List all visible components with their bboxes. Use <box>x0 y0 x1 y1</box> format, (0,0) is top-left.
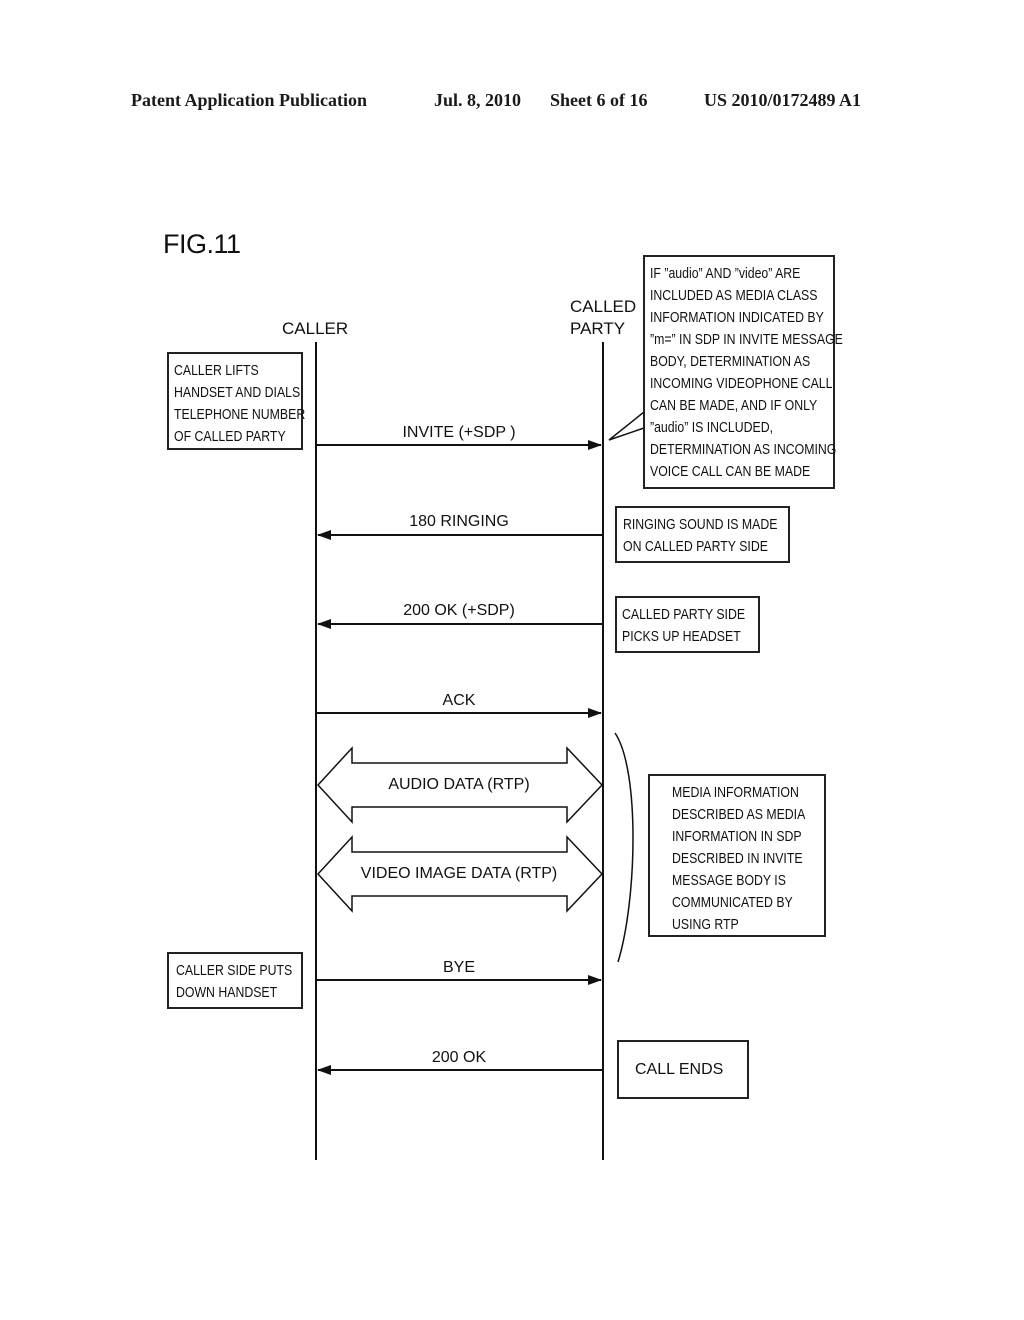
callout-pointer <box>608 411 645 441</box>
note-caller-hangs-up: CALLER SIDE PUTS DOWN HANDSET <box>167 952 303 1009</box>
message-label-bye: BYE <box>442 959 475 976</box>
media-brace <box>614 732 634 963</box>
note-line: ”m=” IN SDP IN INVITE MESSAGE <box>650 331 843 348</box>
note-line: CALLER LIFTS <box>174 362 259 379</box>
note-call-ends: CALL ENDS <box>617 1040 749 1099</box>
sequence-diagram <box>315 342 645 1160</box>
note-line: INFORMATION INDICATED BY <box>650 309 824 326</box>
note-line: CAN BE MADE, AND IF ONLY <box>650 397 818 414</box>
note-line: RINGING SOUND IS MADE <box>623 516 778 533</box>
note-line: INCOMING VIDEOPHONE CALL <box>650 375 833 392</box>
note-line: VOICE CALL CAN BE MADE <box>650 463 811 480</box>
note-line: CALL ENDS <box>635 1061 724 1078</box>
note-line: CALLED PARTY SIDE <box>622 606 746 623</box>
note-line: COMMUNICATED BY <box>672 894 793 911</box>
note-line: DESCRIBED AS MEDIA <box>672 806 806 823</box>
note-line: CALLER SIDE PUTS <box>176 962 293 979</box>
note-line: BODY, DETERMINATION AS <box>650 353 811 370</box>
message-label-ok-sdp: 200 OK (+SDP) <box>403 602 515 619</box>
note-picks-up: CALLED PARTY SIDE PICKS UP HEADSET <box>615 596 760 653</box>
note-line: PICKS UP HEADSET <box>622 628 741 645</box>
note-ringing: RINGING SOUND IS MADE ON CALLED PARTY SI… <box>615 506 790 563</box>
note-line: DETERMINATION AS INCOMING <box>650 441 837 458</box>
note-sdp-determination: IF ”audio” AND ”video” ARE INCLUDED AS M… <box>643 255 843 489</box>
note-line: OF CALLED PARTY <box>174 428 286 445</box>
note-line: TELEPHONE NUMBER <box>174 406 306 423</box>
note-line: DESCRIBED IN INVITE <box>672 850 803 867</box>
message-label-invite: INVITE (+SDP ) <box>402 424 516 441</box>
message-label-ok-final: 200 OK <box>431 1049 487 1066</box>
note-line: IF ”audio” AND ”video” ARE <box>650 265 801 282</box>
message-label-video: VIDEO IMAGE DATA (RTP) <box>360 865 558 882</box>
message-label-ack: ACK <box>442 692 476 709</box>
note-line: ON CALLED PARTY SIDE <box>623 538 768 555</box>
note-line: DOWN HANDSET <box>176 984 278 1001</box>
message-label-audio: AUDIO DATA (RTP) <box>388 776 530 793</box>
note-line: USING RTP <box>672 916 739 933</box>
note-line: MESSAGE BODY IS <box>672 872 786 889</box>
note-line: ”audio” IS INCLUDED, <box>650 419 774 436</box>
note-line: MEDIA INFORMATION <box>672 784 799 801</box>
note-line: INCLUDED AS MEDIA CLASS <box>650 287 818 304</box>
message-label-ringing: 180 RINGING <box>409 513 509 530</box>
note-line: HANDSET AND DIALS <box>174 384 301 401</box>
note-caller-dials: CALLER LIFTS HANDSET AND DIALS TELEPHONE… <box>167 352 306 450</box>
note-media-info: MEDIA INFORMATION DESCRIBED AS MEDIA INF… <box>648 774 826 937</box>
note-line: INFORMATION IN SDP <box>672 828 802 845</box>
